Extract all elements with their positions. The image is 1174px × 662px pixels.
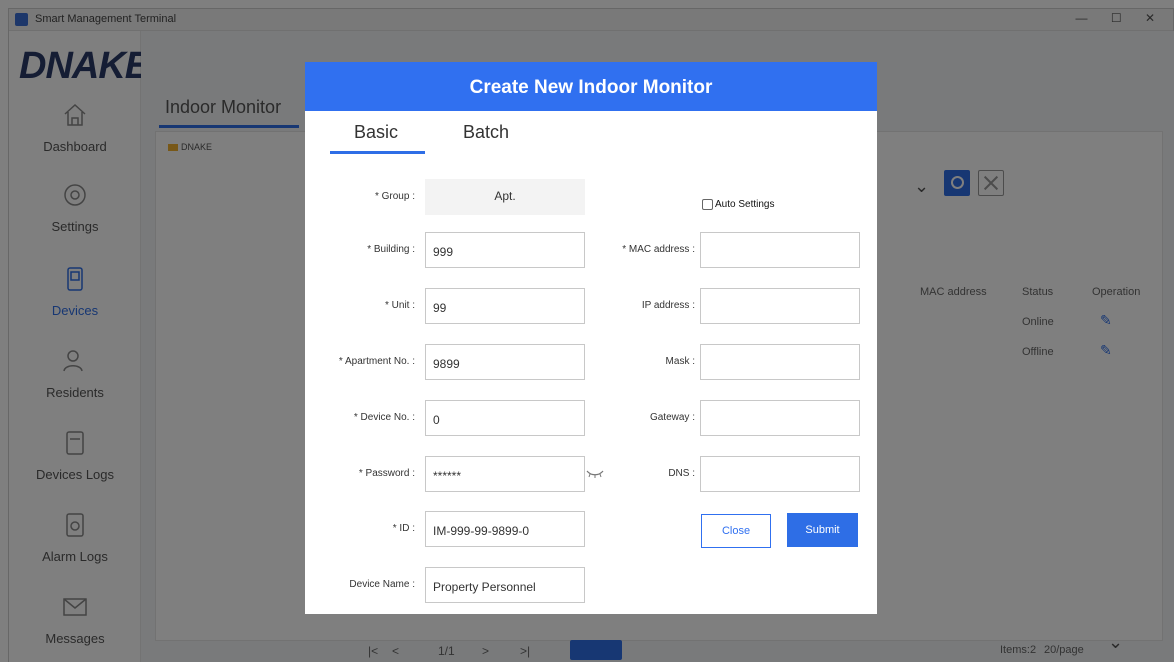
unit-input[interactable]: 99 <box>425 288 585 324</box>
building-input[interactable]: 999 <box>425 232 585 268</box>
ip-label: IP address : <box>641 300 695 311</box>
gateway-input[interactable] <box>700 400 860 436</box>
gateway-label: Gateway : <box>649 412 695 423</box>
group-label: * Group : <box>374 191 415 202</box>
close-button[interactable]: Close <box>701 514 771 548</box>
group-field[interactable]: Apt. <box>425 179 585 215</box>
apartment-label: * Apartment No. : <box>338 356 415 367</box>
ip-input[interactable] <box>700 288 860 324</box>
id-label: * ID : <box>392 523 415 534</box>
dialog-title: Create New Indoor Monitor <box>305 62 877 111</box>
building-label: * Building : <box>367 244 415 255</box>
device-name-label: Device Name : <box>349 579 415 590</box>
dns-input[interactable] <box>700 456 860 492</box>
dns-label: DNS : <box>668 468 695 479</box>
mac-label: * MAC address : <box>622 244 695 255</box>
password-input[interactable]: ****** <box>425 456 585 492</box>
auto-settings-checkbox[interactable] <box>702 199 713 210</box>
unit-label: * Unit : <box>384 300 415 311</box>
mask-label: Mask : <box>665 356 695 367</box>
submit-button[interactable]: Submit <box>787 513 858 547</box>
device-no-input[interactable]: 0 <box>425 400 585 436</box>
mac-input[interactable] <box>700 232 860 268</box>
tab-underline <box>330 151 425 154</box>
device-name-input[interactable]: Property Personnel <box>425 567 585 603</box>
apartment-input[interactable]: 9899 <box>425 344 585 380</box>
id-input[interactable]: IM-999-99-9899-0 <box>425 511 585 547</box>
tab-batch[interactable]: Batch <box>463 122 509 143</box>
app-root: Smart Management Terminal — ☐ ✕ DNAKE Da… <box>0 0 1174 662</box>
password-label: * Password : <box>358 468 415 479</box>
auto-settings-label[interactable]: Auto Settings <box>715 199 774 210</box>
device-no-label: * Device No. : <box>353 412 415 423</box>
mask-input[interactable] <box>700 344 860 380</box>
tab-basic[interactable]: Basic <box>354 122 398 143</box>
create-indoor-monitor-dialog: Create New Indoor Monitor Basic Batch * … <box>305 62 877 614</box>
